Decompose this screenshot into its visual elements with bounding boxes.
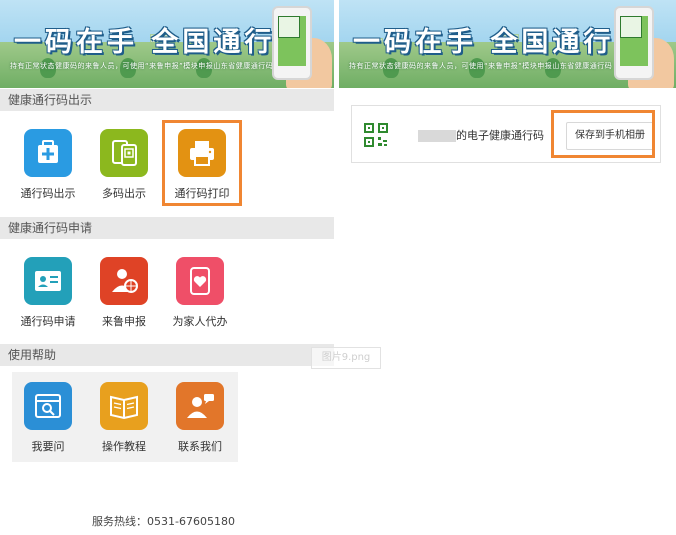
banner-slogan: 一码在手 全国通行 xyxy=(353,27,615,58)
service-hotline[interactable]: 服务热线：0531-67605180 xyxy=(92,513,235,529)
section-title-apply: 健康通行码申请 xyxy=(0,217,334,239)
tile-apply-code[interactable]: 通行码申请 xyxy=(10,257,86,329)
qr-illustration xyxy=(278,16,300,38)
calendar-search-icon xyxy=(24,382,72,430)
tile-label: 联系我们 xyxy=(178,440,222,453)
tile-label: 我要问 xyxy=(31,440,65,453)
section-title-help: 使用帮助 xyxy=(0,344,334,366)
tile-tutorial[interactable]: 操作教程 xyxy=(86,382,162,454)
banner-subtitle: 持有正常状态健康码的来鲁人员，可使用“来鲁申报”模块申报山东省健康通行码 xyxy=(10,62,274,70)
banner: 一码在手 全国通行 持有正常状态健康码的来鲁人员，可使用“来鲁申报”模块申报山东… xyxy=(339,0,676,88)
tile-arrival-report[interactable]: 来鲁申报 xyxy=(86,257,162,329)
tile-label: 来鲁申报 xyxy=(102,315,146,328)
tile-ask[interactable]: 我要问 xyxy=(10,382,86,454)
tile-show-code[interactable]: 通行码出示 xyxy=(10,129,86,201)
open-book-icon xyxy=(100,382,148,430)
tile-label: 通行码申请 xyxy=(20,315,76,328)
tile-label: 通行码出示 xyxy=(20,187,76,200)
right-screen: 一码在手 全国通行 持有正常状态健康码的来鲁人员，可使用“来鲁申报”模块申报山东… xyxy=(339,0,676,535)
section-apply: 通行码申请 来鲁申报 为家人代办 xyxy=(0,239,334,339)
phone-illustration xyxy=(614,6,654,80)
multi-code-icon xyxy=(100,129,148,177)
person-globe-icon xyxy=(100,257,148,305)
tile-multi-code[interactable]: 多码出示 xyxy=(86,129,162,201)
tile-contact[interactable]: 联系我们 xyxy=(162,382,238,454)
qr-code-icon[interactable] xyxy=(364,123,388,147)
banner-slogan: 一码在手 全国通行 xyxy=(14,27,276,58)
left-screen: 一码在手 全国通行 持有正常状态健康码的来鲁人员，可使用“来鲁申报”模块申报山东… xyxy=(0,0,334,535)
highlight-box xyxy=(551,110,655,158)
banner-subtitle: 持有正常状态健康码的来鲁人员，可使用“来鲁申报”模块申报山东省健康通行码 xyxy=(349,62,613,70)
tile-family-proxy[interactable]: 为家人代办 xyxy=(162,257,238,329)
banner: 一码在手 全国通行 持有正常状态健康码的来鲁人员，可使用“来鲁申报”模块申报山东… xyxy=(0,0,334,88)
phone-heart-icon xyxy=(176,257,224,305)
tile-label: 操作教程 xyxy=(102,440,146,453)
id-card-icon xyxy=(24,257,72,305)
medical-box-icon xyxy=(24,129,72,177)
section-title-show: 健康通行码出示 xyxy=(0,89,334,111)
highlight-box xyxy=(162,120,242,206)
phone-illustration xyxy=(272,6,312,80)
qr-illustration xyxy=(620,16,642,38)
section-help: 我要问 操作教程 联系我们 xyxy=(0,372,334,462)
masked-name xyxy=(418,130,456,142)
tile-label: 多码出示 xyxy=(102,187,146,200)
card-label: 的电子健康通行码 xyxy=(456,129,544,142)
contact-person-icon xyxy=(176,382,224,430)
tile-label: 为家人代办 xyxy=(172,315,228,328)
